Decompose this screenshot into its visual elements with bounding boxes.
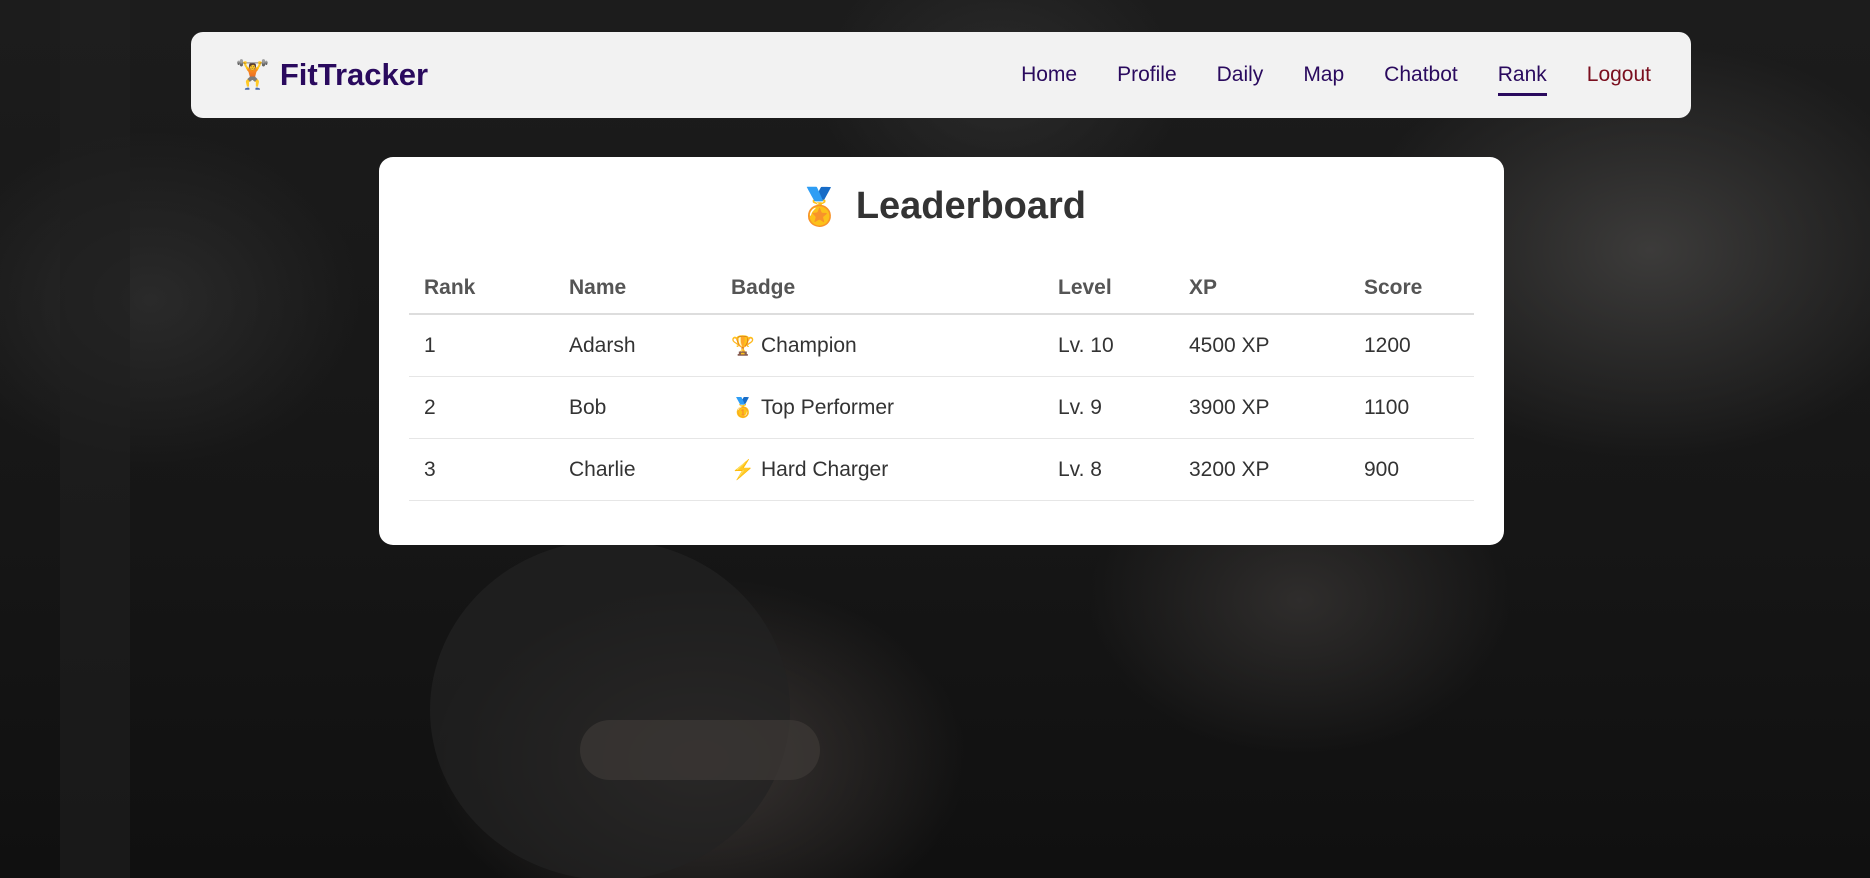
page-title: 🏅 Leaderboard: [409, 185, 1474, 228]
table-row: 1 Adarsh 🏆 Champion Lv. 10 4500 XP 1200: [409, 314, 1474, 377]
cell-badge: 🏆 Champion: [716, 314, 1043, 377]
brand-name: FitTracker: [279, 57, 429, 92]
cell-rank: 2: [409, 376, 554, 439]
cell-xp: 4500 XP: [1174, 314, 1349, 377]
brand-logo[interactable]: 🏋️ FitTracker: [235, 57, 428, 93]
medal-icon: 🏅: [797, 185, 842, 227]
cell-badge: 🥇 Top Performer: [716, 376, 1043, 439]
badge-label: Top Performer: [761, 395, 895, 419]
cell-name: Adarsh: [554, 314, 716, 377]
cell-name: Bob: [554, 376, 716, 439]
gold-medal-icon: 🥇: [731, 397, 755, 419]
column-header-name: Name: [554, 262, 716, 315]
nav-links: Home Profile Daily Map Chatbot Rank Logo…: [1021, 55, 1651, 96]
nav-home[interactable]: Home: [1021, 63, 1077, 96]
leaderboard-card: 🏅 Leaderboard Rank Name Badge Level XP S…: [379, 157, 1504, 545]
column-header-level: Level: [1043, 262, 1174, 315]
leaderboard-table: Rank Name Badge Level XP Score 1 Adarsh …: [409, 262, 1474, 501]
nav-chatbot[interactable]: Chatbot: [1384, 63, 1458, 96]
cell-level: Lv. 10: [1043, 314, 1174, 377]
column-header-badge: Badge: [716, 262, 1043, 315]
cell-name: Charlie: [554, 438, 716, 501]
badge-label: Hard Charger: [761, 457, 889, 481]
cell-score: 900: [1349, 438, 1474, 501]
table-row: 3 Charlie ⚡ Hard Charger Lv. 8 3200 XP 9…: [409, 438, 1474, 501]
nav-rank[interactable]: Rank: [1497, 63, 1547, 96]
cell-rank: 3: [409, 438, 554, 501]
column-header-xp: XP: [1174, 262, 1349, 315]
nav-profile[interactable]: Profile: [1117, 63, 1177, 96]
table-row: 2 Bob 🥇 Top Performer Lv. 9 3900 XP 1100: [409, 376, 1474, 439]
cell-badge: ⚡ Hard Charger: [716, 438, 1043, 501]
cell-level: Lv. 8: [1043, 438, 1174, 501]
cell-xp: 3900 XP: [1174, 376, 1349, 439]
lightning-icon: ⚡: [731, 459, 755, 481]
column-header-score: Score: [1349, 262, 1474, 315]
cell-rank: 1: [409, 314, 554, 377]
cell-score: 1100: [1349, 376, 1474, 439]
navbar: 🏋️ FitTracker Home Profile Daily Map Cha…: [191, 32, 1691, 118]
cell-xp: 3200 XP: [1174, 438, 1349, 501]
weightlifter-icon: 🏋️: [235, 58, 270, 91]
column-header-rank: Rank: [409, 262, 554, 315]
badge-label: Champion: [761, 333, 857, 357]
nav-daily[interactable]: Daily: [1217, 63, 1264, 96]
nav-logout[interactable]: Logout: [1587, 63, 1651, 96]
table-header-row: Rank Name Badge Level XP Score: [409, 262, 1474, 315]
trophy-icon: 🏆: [731, 335, 755, 357]
nav-map[interactable]: Map: [1303, 63, 1344, 96]
page-title-text: Leaderboard: [855, 185, 1086, 227]
cell-score: 1200: [1349, 314, 1474, 377]
cell-level: Lv. 9: [1043, 376, 1174, 439]
